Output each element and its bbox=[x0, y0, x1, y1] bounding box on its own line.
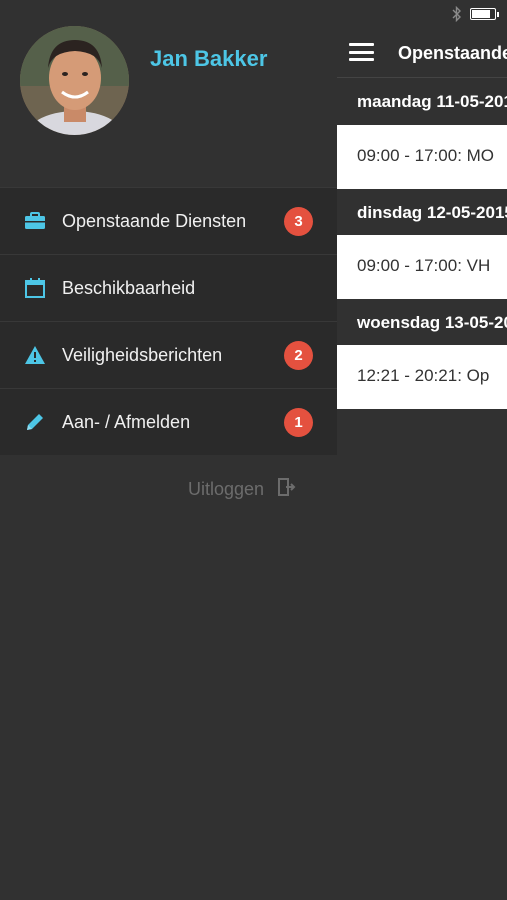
menu-item-label: Beschikbaarheid bbox=[62, 277, 196, 298]
logout-button[interactable]: Uitloggen bbox=[188, 478, 296, 501]
count-badge: 2 bbox=[284, 340, 313, 370]
menu-item-label: Veiligheidsberichten bbox=[62, 344, 223, 365]
count-badge: 1 bbox=[284, 407, 313, 437]
side-drawer: Jan Bakker Openstaande Diensten 3 Beschi… bbox=[0, 0, 337, 900]
shift-row[interactable]: 09:00 - 17:00: VH bbox=[337, 235, 507, 299]
user-name: Jan Bakker bbox=[150, 46, 268, 71]
shift-row[interactable]: 12:21 - 20:21: Op bbox=[337, 345, 507, 409]
day-header: maandag 11-05-2015 bbox=[337, 78, 507, 124]
bluetooth-icon bbox=[452, 5, 462, 25]
menu-item-beschikbaarheid[interactable]: Beschikbaarheid bbox=[0, 254, 337, 321]
day-header: dinsdag 12-05-2015 bbox=[337, 189, 507, 235]
battery-icon bbox=[470, 8, 499, 20]
menu-icon[interactable] bbox=[349, 43, 374, 61]
warning-icon bbox=[24, 344, 46, 366]
logout-icon bbox=[278, 478, 296, 501]
count-badge: 3 bbox=[284, 206, 313, 236]
drawer-menu: Openstaande Diensten 3 Beschikbaarheid V… bbox=[0, 187, 337, 455]
calendar-icon bbox=[24, 277, 46, 299]
menu-item-veiligheidsberichten[interactable]: Veiligheidsberichten 2 bbox=[0, 321, 337, 388]
day-header: woensdag 13-05-2015 bbox=[337, 299, 507, 345]
avatar bbox=[20, 26, 129, 135]
menu-item-aan-afmelden[interactable]: Aan- / Afmelden 1 bbox=[0, 388, 337, 455]
main-content: Openstaande Diensten maandag 11-05-2015 … bbox=[337, 28, 507, 900]
logout-label: Uitloggen bbox=[188, 479, 265, 499]
menu-item-openstaande-diensten[interactable]: Openstaande Diensten 3 bbox=[0, 187, 337, 254]
page-title: Openstaande Diensten bbox=[398, 43, 507, 63]
briefcase-icon bbox=[24, 210, 46, 232]
pencil-icon bbox=[24, 411, 46, 433]
main-header: Openstaande Diensten bbox=[337, 28, 507, 78]
shift-row[interactable]: 09:00 - 17:00: MO bbox=[337, 125, 507, 189]
menu-item-label: Openstaande Diensten bbox=[62, 210, 247, 231]
menu-item-label: Aan- / Afmelden bbox=[62, 411, 191, 432]
